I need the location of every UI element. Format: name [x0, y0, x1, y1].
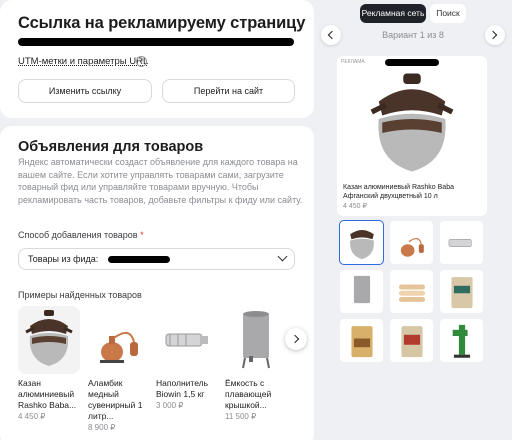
thumb-tank[interactable] — [340, 270, 383, 313]
utm-link[interactable]: UTM-метки и параметры URL — [18, 56, 148, 67]
thumb-spice-red[interactable] — [390, 319, 433, 362]
package-icon — [450, 276, 473, 308]
thumb-filler[interactable] — [440, 221, 483, 264]
kazan-icon — [349, 229, 374, 259]
chevron-down-icon — [277, 251, 288, 262]
chevron-right-icon — [290, 334, 300, 344]
thumb-bags[interactable] — [390, 270, 433, 313]
thumb-kazan[interactable] — [339, 220, 384, 265]
product-price: 3 000 ₽ — [156, 401, 184, 410]
spice-icon — [350, 325, 373, 357]
product-card[interactable]: Казан алюминиевый Rashko Baba... 4 450 ₽ — [18, 306, 80, 421]
product-name: Ёмкость с плавающей крышкой... — [225, 378, 272, 410]
examples-label: Примеры найденных товаров — [18, 290, 142, 300]
product-name: Казан алюминиевый Rashko Baba... — [18, 378, 77, 410]
product-price: 4 450 ₽ — [18, 412, 46, 421]
ad-label: РЕКЛАМА — [341, 59, 365, 65]
machine-icon — [452, 324, 470, 358]
ad-title: Казан алюминиевый Rashko Baba Афганский … — [343, 184, 454, 200]
tank-icon — [225, 306, 287, 374]
preview-panel: Рекламная сеть Поиск Вариант 1 из 8 РЕКЛ… — [314, 0, 512, 440]
products-next-button[interactable] — [285, 328, 307, 350]
ad-preview-card[interactable]: РЕКЛАМА Казан алюминиевый Rashko Baba Аф… — [337, 56, 487, 216]
redacted-feed-name — [108, 256, 170, 263]
thumb-spice[interactable] — [340, 319, 383, 362]
filler-icon — [156, 306, 218, 374]
ad-image — [355, 70, 469, 187]
product-name: Аламбик медный сувенирный 1 литр... — [88, 378, 143, 421]
kazan-icon — [18, 306, 80, 374]
redacted-domain — [385, 59, 439, 66]
bags-icon — [398, 284, 425, 302]
filler-icon — [448, 238, 472, 247]
alembic-icon — [400, 237, 424, 257]
next-variant-button[interactable] — [485, 25, 505, 45]
thumb-package[interactable] — [440, 270, 483, 313]
tab-search[interactable]: Поиск — [430, 4, 466, 23]
go-to-site-button[interactable]: Перейти на сайт — [162, 79, 295, 103]
settings-panel: Ссылка на рекламируему страницу UTM-метк… — [0, 0, 314, 440]
variant-counter: Вариант 1 из 8 — [382, 30, 444, 40]
link-card: Ссылка на рекламируему страницу UTM-метк… — [0, 0, 314, 118]
required-mark: * — [140, 230, 144, 240]
product-ads-title: Объявления для товаров — [18, 139, 204, 155]
spice-red-icon — [400, 325, 423, 357]
tank-icon — [353, 275, 370, 303]
thumb-alembic[interactable] — [390, 221, 433, 264]
product-ads-description: Яндекс автоматически создаст объявление … — [18, 157, 303, 205]
tab-ad-network[interactable]: Рекламная сеть — [360, 4, 426, 23]
alembic-icon — [88, 306, 150, 374]
method-select[interactable]: Товары из фида: — [18, 248, 295, 270]
redacted-url — [18, 38, 294, 46]
change-link-button[interactable]: Изменить ссылку — [18, 79, 152, 103]
product-card[interactable]: Аламбик медный сувенирный 1 литр... 8 90… — [88, 306, 150, 432]
product-price: 11 500 ₽ — [225, 412, 257, 421]
product-price: 8 900 ₽ — [88, 423, 116, 432]
thumb-machine[interactable] — [440, 319, 483, 362]
method-label-text: Способ добавления товаров — [18, 230, 138, 240]
product-card[interactable]: Ёмкость с плавающей крышкой... 11 500 ₽ — [225, 306, 287, 421]
method-label: Способ добавления товаров * — [18, 230, 144, 240]
chevron-right-icon — [488, 30, 498, 40]
ad-price: 4 450 ₽ — [343, 203, 367, 210]
help-icon[interactable]: ? — [136, 56, 147, 67]
method-value: Товары из фида: — [28, 254, 99, 264]
product-card[interactable]: Наполнитель Biowin 1,5 кг 3 000 ₽ — [156, 306, 218, 410]
product-ads-card: Объявления для товаров Яндекс автоматиче… — [0, 126, 314, 440]
product-name: Наполнитель Biowin 1,5 кг — [156, 378, 209, 399]
link-section-title: Ссылка на рекламируему страницу — [18, 14, 306, 32]
